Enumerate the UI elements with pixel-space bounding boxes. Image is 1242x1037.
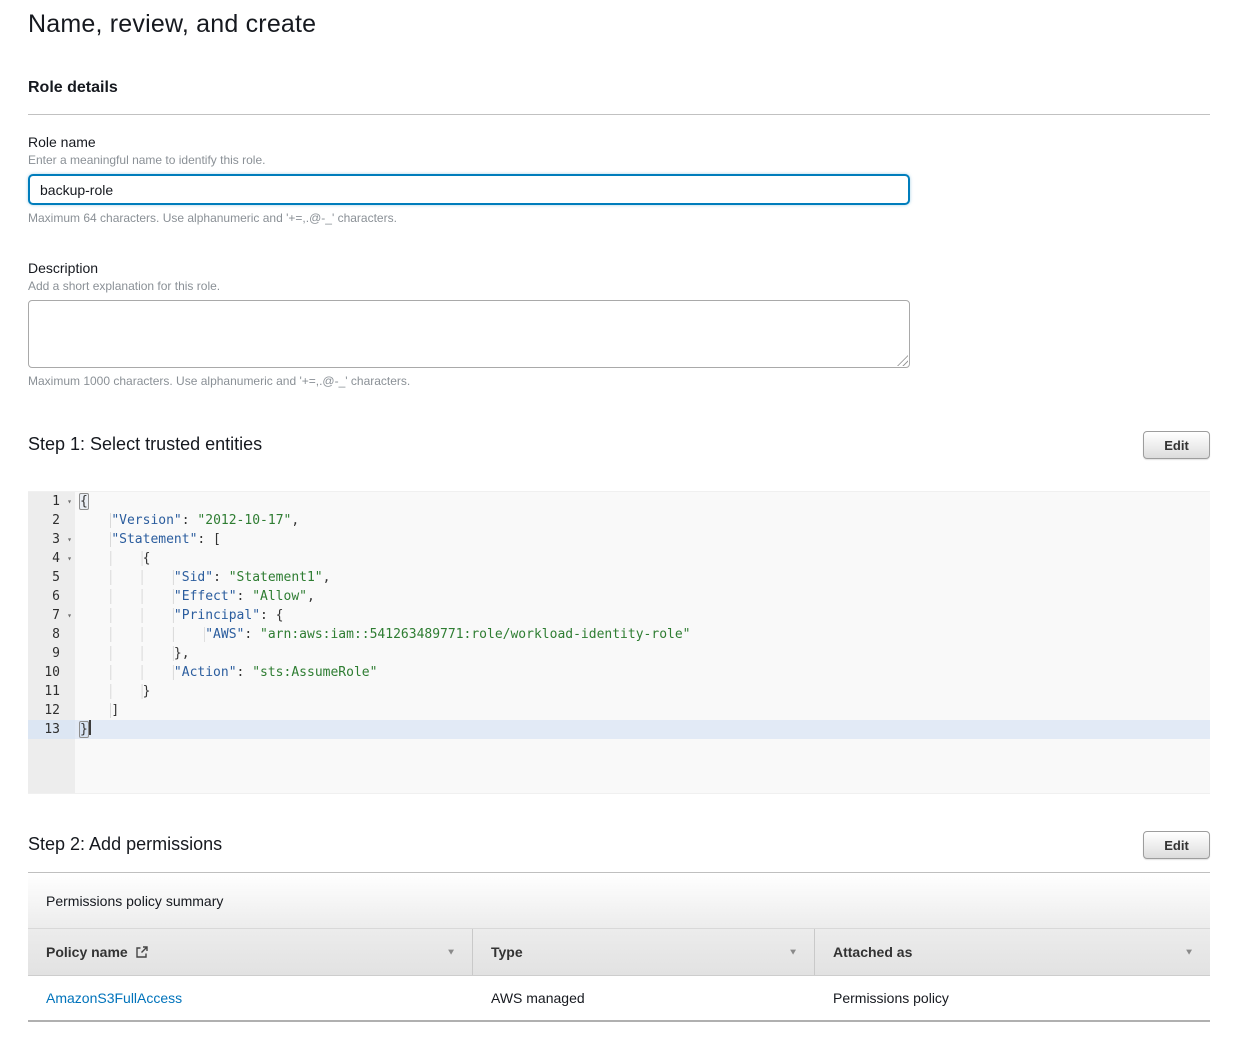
step1-edit-button[interactable]: Edit	[1143, 431, 1210, 459]
role-name-help: Enter a meaningful name to identify this…	[28, 153, 1210, 167]
role-name-field-group: Role name Enter a meaningful name to ide…	[28, 134, 1210, 225]
code-line[interactable]: }	[80, 682, 1210, 701]
text-cursor	[89, 720, 91, 735]
step2-heading: Step 2: Add permissions	[28, 831, 222, 855]
fold-arrow-icon[interactable]: ▾	[67, 492, 72, 511]
editor-line-number-gutter: 1▾23▾4▾567▾8910111213	[28, 492, 75, 793]
description-constraint: Maximum 1000 characters. Use alphanumeri…	[28, 374, 1210, 388]
code-line[interactable]: "Sid": "Statement1",	[80, 568, 1210, 587]
role-name-constraint: Maximum 64 characters. Use alphanumeric …	[28, 211, 1210, 225]
sort-attached-as-icon[interactable]: ▼	[1184, 947, 1194, 956]
code-line[interactable]: {	[80, 492, 1210, 511]
role-name-input[interactable]	[28, 174, 910, 205]
line-number: 6	[28, 587, 75, 606]
cell-attached-as: Permissions policy	[815, 976, 1210, 1020]
line-number: 1▾	[28, 492, 75, 511]
code-line[interactable]: },	[80, 644, 1210, 663]
sort-type-icon[interactable]: ▼	[788, 947, 798, 956]
line-number: 2	[28, 511, 75, 530]
trust-policy-editor[interactable]: 1▾23▾4▾567▾8910111213 { "Version": "2012…	[28, 491, 1210, 794]
permissions-panel-title: Permissions policy summary	[46, 893, 223, 909]
step2-header-row: Step 2: Add permissions Edit	[28, 831, 1210, 859]
code-line[interactable]: "Statement": [	[80, 530, 1210, 549]
code-line[interactable]: "Version": "2012-10-17",	[80, 511, 1210, 530]
line-number: 9	[28, 644, 75, 663]
line-number: 12	[28, 701, 75, 720]
description-help: Add a short explanation for this role.	[28, 279, 1210, 293]
external-link-icon	[135, 945, 149, 959]
policy-name-link[interactable]: AmazonS3FullAccess	[46, 990, 182, 1006]
line-number: 13	[28, 720, 75, 739]
permissions-panel-header: Permissions policy summary	[28, 872, 1210, 928]
cell-policy-name: AmazonS3FullAccess	[28, 976, 473, 1020]
step1-heading: Step 1: Select trusted entities	[28, 431, 262, 455]
line-number: 3▾	[28, 530, 75, 549]
step2-edit-button[interactable]: Edit	[1143, 831, 1210, 859]
step1-header-row: Step 1: Select trusted entities Edit	[28, 431, 1210, 459]
line-number: 8	[28, 625, 75, 644]
column-header-policy-name: Policy name ▼	[28, 929, 473, 975]
line-number: 11	[28, 682, 75, 701]
description-textarea[interactable]	[28, 300, 910, 368]
line-number: 5	[28, 568, 75, 587]
line-number: 10	[28, 663, 75, 682]
permissions-panel: Permissions policy summary Policy name ▼…	[28, 872, 1210, 1022]
sort-policy-name-icon[interactable]: ▼	[446, 947, 456, 956]
code-line[interactable]: ]	[80, 701, 1210, 720]
fold-arrow-icon[interactable]: ▾	[67, 606, 72, 625]
code-line[interactable]: "Action": "sts:AssumeRole"	[80, 663, 1210, 682]
permissions-table-header: Policy name ▼ Type ▼ Attached as	[28, 928, 1210, 976]
code-line[interactable]: "AWS": "arn:aws:iam::541263489771:role/w…	[80, 625, 1210, 644]
role-details-heading: Role details	[28, 79, 1210, 97]
page-title: Name, review, and create	[28, 10, 1210, 39]
code-line[interactable]: "Effect": "Allow",	[80, 587, 1210, 606]
role-name-label: Role name	[28, 134, 1210, 150]
line-number: 7▾	[28, 606, 75, 625]
code-line[interactable]: "Principal": {	[80, 606, 1210, 625]
editor-code-area[interactable]: { "Version": "2012-10-17", "Statement": …	[75, 492, 1210, 793]
description-field-group: Description Add a short explanation for …	[28, 260, 1210, 388]
fold-arrow-icon[interactable]: ▾	[67, 549, 72, 568]
line-number: 4▾	[28, 549, 75, 568]
cell-type: AWS managed	[473, 976, 815, 1020]
table-row: AmazonS3FullAccess AWS managed Permissio…	[28, 976, 1210, 1022]
fold-arrow-icon[interactable]: ▾	[67, 530, 72, 549]
role-details-divider	[28, 114, 1210, 115]
code-line[interactable]: {	[80, 549, 1210, 568]
column-header-type: Type ▼	[473, 929, 815, 975]
column-header-attached-as: Attached as ▼	[815, 929, 1210, 975]
code-line[interactable]: }	[75, 720, 1210, 739]
main-content: Name, review, and create Role details Ro…	[0, 0, 1242, 1022]
description-label: Description	[28, 260, 1210, 276]
